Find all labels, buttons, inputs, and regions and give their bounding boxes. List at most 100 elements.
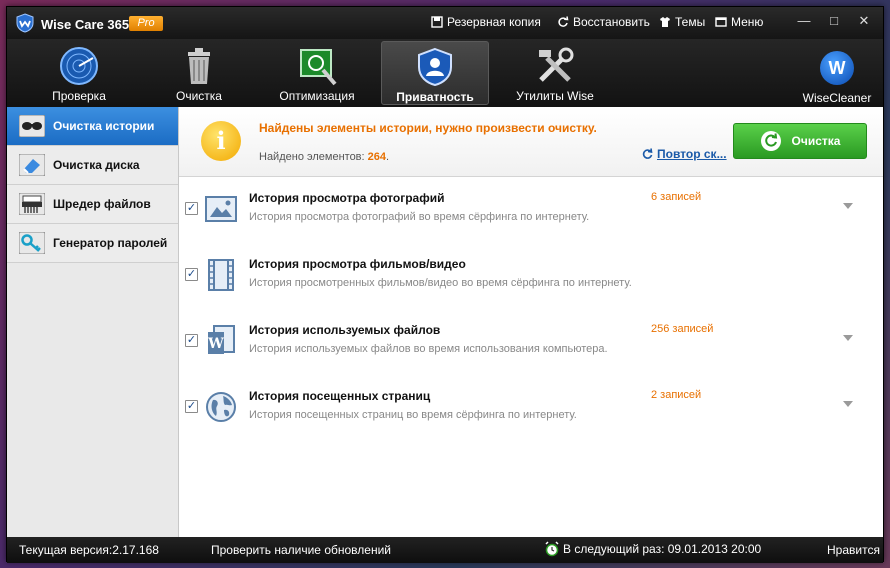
item-checkbox[interactable]: ✓: [185, 202, 198, 215]
sidebar-item-disk-clean[interactable]: Очистка диска: [7, 146, 178, 185]
sidebar-item-label: Шредер файлов: [53, 197, 151, 211]
sidebar-item-label: Генератор паролей: [53, 236, 168, 250]
list-item: ✓ История просмотра фотографий История п…: [179, 177, 883, 243]
word-doc-icon: W: [207, 325, 235, 354]
tab-scan-label: Проверка: [52, 89, 106, 103]
item-checkbox[interactable]: ✓: [185, 400, 198, 413]
found-label: Найдено элементов:: [259, 151, 365, 163]
main-toolbar: Проверка Очистка Оптимизация Приватность…: [7, 39, 883, 107]
schedule-info[interactable]: В следующий раз: 09.01.2013 20:00: [545, 541, 761, 557]
window-controls: — □ ✕: [789, 11, 879, 33]
sidebar-item-label: Очистка диска: [53, 158, 140, 172]
tab-optimize-label: Оптимизация: [279, 89, 355, 103]
found-items-text: Найдено элементов: 264.: [259, 151, 389, 163]
found-count: 264: [367, 151, 387, 163]
rescan-label: Повтор ск...: [657, 147, 727, 161]
shirt-icon: [660, 17, 670, 27]
title-bar[interactable]: Wise Care 365 Pro Резервная копия Восста…: [7, 7, 883, 39]
tab-scan[interactable]: Проверка: [25, 41, 133, 105]
minimize-button[interactable]: —: [789, 11, 819, 31]
sidebar-item-history-clean[interactable]: Очистка истории: [7, 107, 178, 146]
clean-button[interactable]: Очистка: [733, 123, 867, 159]
next-run-text: В следующий раз: 09.01.2013 20:00: [563, 542, 762, 556]
item-description: История просмотренных фильмов/видео во в…: [249, 277, 632, 289]
maximize-button[interactable]: □: [819, 11, 849, 31]
close-button[interactable]: ✕: [849, 11, 879, 31]
sidebar-item-shredder[interactable]: Шредер файлов: [7, 185, 178, 224]
trash-icon: [188, 48, 210, 84]
tab-utilities-label: Утилиты Wise: [516, 89, 594, 103]
like-link[interactable]: Нравится: [827, 543, 880, 557]
item-title: История используемых файлов: [249, 323, 441, 337]
glasses-icon: [19, 115, 45, 137]
menu-link[interactable]: Меню: [715, 15, 763, 29]
banner-message: Найдены элементы истории, нужно произвес…: [259, 121, 597, 135]
item-title: История просмотра фильмов/видео: [249, 257, 466, 271]
menu-icon: [715, 17, 727, 27]
tab-utilities[interactable]: Утилиты Wise: [501, 41, 609, 105]
item-description: История просмотра фотографий во время сё…: [249, 211, 590, 223]
clean-button-label: Очистка: [791, 134, 841, 148]
sidebar-item-password-generator[interactable]: Генератор паролей: [7, 224, 178, 263]
item-description: История посещенных страниц во время сёрф…: [249, 409, 577, 421]
info-icon: i: [201, 121, 241, 161]
list-item: ✓ История посещенных страниц История пос…: [179, 375, 883, 441]
film-icon: [208, 259, 234, 291]
pro-badge: Pro: [129, 16, 163, 31]
main-area: Очистка истории Очистка диска Шредер фай…: [7, 107, 883, 537]
key-icon: [19, 232, 45, 254]
list-item: ✓ История просмотра фильмов/видео Истори…: [179, 243, 883, 309]
tab-privacy[interactable]: Приватность: [381, 41, 489, 105]
chevron-down-icon[interactable]: [843, 203, 853, 209]
item-title: История посещенных страниц: [249, 389, 431, 403]
item-count: 256 записей: [651, 323, 714, 335]
check-updates-link[interactable]: Проверить наличие обновлений: [211, 543, 391, 557]
item-count: 6 записей: [651, 191, 702, 203]
status-bar: Текущая версия:2.17.168 Проверить наличи…: [7, 537, 883, 563]
themes-link[interactable]: Темы: [659, 15, 705, 29]
chevron-down-icon[interactable]: [843, 401, 853, 407]
app-window: Wise Care 365 Pro Резервная копия Восста…: [6, 6, 884, 563]
restore-label: Восстановить: [573, 15, 650, 29]
item-title: История просмотра фотографий: [249, 191, 445, 205]
rescan-link[interactable]: Повтор ск...: [641, 147, 727, 161]
content-panel: i Найдены элементы истории, нужно произв…: [179, 107, 883, 537]
shredder-icon: [19, 193, 45, 215]
shield-user-icon: [418, 47, 452, 87]
themes-label: Темы: [675, 15, 706, 29]
backup-icon: [431, 16, 443, 28]
item-count: 2 записей: [651, 389, 702, 401]
wisecleaner-label: WiseCleaner: [802, 91, 872, 105]
radar-icon: [60, 47, 98, 85]
wisecleaner-brand[interactable]: W WiseCleaner: [799, 51, 875, 107]
app-logo-icon: [16, 13, 34, 33]
list-item: ✓ W История используемых файлов История …: [179, 309, 883, 375]
globe-icon: [206, 392, 236, 422]
tools-icon: [539, 47, 574, 82]
alarm-clock-icon: [545, 541, 559, 557]
tab-optimize[interactable]: Оптимизация: [263, 41, 371, 105]
tab-clean-label: Очистка: [176, 89, 222, 103]
refresh-icon: [642, 148, 653, 159]
svg-text:W: W: [207, 336, 224, 352]
found-suffix: .: [386, 151, 390, 163]
scan-result-banner: i Найдены элементы истории, нужно произв…: [179, 107, 883, 177]
menu-label: Меню: [731, 15, 764, 29]
restore-link[interactable]: Восстановить: [557, 15, 650, 29]
tab-privacy-label: Приватность: [396, 90, 474, 104]
restore-icon: [558, 16, 569, 27]
tab-clean[interactable]: Очистка: [145, 41, 253, 105]
item-checkbox[interactable]: ✓: [185, 268, 198, 281]
item-description: История используемых файлов во время исп…: [249, 343, 608, 355]
wisecleaner-logo-icon: W: [820, 51, 854, 85]
history-items-list: ✓ История просмотра фотографий История п…: [179, 177, 883, 537]
chevron-down-icon[interactable]: [843, 335, 853, 341]
backup-link[interactable]: Резервная копия: [431, 15, 541, 29]
item-checkbox[interactable]: ✓: [185, 334, 198, 347]
backup-label: Резервная копия: [447, 15, 541, 29]
sidebar-item-label: Очистка истории: [53, 119, 155, 133]
refresh-cycle-icon: [760, 131, 781, 151]
app-title: Wise Care 365: [41, 17, 130, 32]
eraser-icon: [19, 154, 45, 176]
photo-icon: [205, 196, 237, 222]
